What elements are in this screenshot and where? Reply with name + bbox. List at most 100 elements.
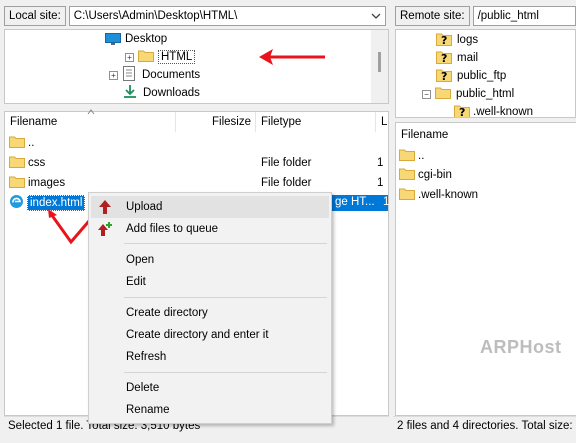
- local-site-bar: Local site: C:\Users\Admin\Desktop\HTML\: [0, 4, 390, 28]
- file-last: 1: [377, 177, 384, 189]
- folder-icon: [9, 135, 25, 151]
- menu-item-create-directory[interactable]: Create directory: [91, 302, 329, 324]
- file-name: css: [28, 157, 46, 169]
- file-type: File folder: [261, 177, 312, 189]
- tree-item-label: HTML: [158, 50, 196, 64]
- folder-icon: [9, 155, 25, 171]
- tree-item-label: public_html: [456, 88, 515, 100]
- column-header-last[interactable]: L: [376, 112, 388, 132]
- remote-site-bar: Remote site: /public_html: [391, 4, 576, 28]
- documents-icon: [122, 66, 136, 84]
- table-row[interactable]: images File folder 1: [5, 173, 388, 193]
- tree-item-label: Downloads: [143, 87, 200, 99]
- tree-item-documents[interactable]: + Documents: [109, 66, 200, 84]
- menu-item-label: Create directory: [126, 307, 208, 319]
- tree-item-downloads[interactable]: Downloads: [123, 84, 200, 102]
- tree-item-label: public_ftp: [457, 70, 507, 82]
- edge-browser-icon: [9, 194, 24, 212]
- svg-text:?: ?: [441, 34, 447, 46]
- local-site-label: Local site:: [4, 6, 66, 26]
- file-name: .well-known: [418, 189, 479, 201]
- tree-item-label: .well-known: [473, 106, 534, 118]
- remote-site-path-input[interactable]: /public_html: [472, 6, 576, 26]
- menu-item-label: Edit: [126, 276, 146, 288]
- menu-item-label: Add files to queue: [126, 223, 219, 235]
- file-type: File folder: [261, 157, 312, 169]
- file-name: cgi-bin: [418, 169, 452, 181]
- file-name: ..: [418, 150, 425, 162]
- remote-file-list-header: Filename: [396, 125, 576, 145]
- local-tree-scrollbar[interactable]: [371, 30, 388, 103]
- menu-item-label: Delete: [126, 382, 160, 394]
- table-row[interactable]: ..: [5, 133, 388, 153]
- svg-text:?: ?: [459, 106, 465, 118]
- folder-icon: [435, 86, 451, 102]
- column-header-filetype[interactable]: Filetype: [256, 112, 376, 132]
- expand-icon[interactable]: +: [109, 70, 118, 80]
- folder-icon: [399, 187, 415, 203]
- remote-site-label: Remote site:: [395, 6, 470, 26]
- tree-item-desktop[interactable]: Desktop: [105, 30, 167, 48]
- menu-item-open[interactable]: Open: [91, 249, 329, 271]
- menu-item-rename[interactable]: Rename: [91, 399, 329, 421]
- chevron-down-icon[interactable]: [369, 9, 383, 23]
- menu-item-add-to-queue[interactable]: Add files to queue: [91, 218, 329, 240]
- menu-separator: [124, 297, 327, 298]
- local-path-value: C:\Users\Admin\Desktop\HTML\: [73, 10, 238, 22]
- table-row[interactable]: ..: [399, 146, 424, 166]
- tree-item-well-known[interactable]: ? .well-known: [454, 103, 534, 118]
- folder-icon: [399, 148, 415, 164]
- tree-item-label: logs: [457, 34, 479, 46]
- menu-item-create-directory-enter[interactable]: Create directory and enter it: [91, 324, 329, 346]
- context-menu: Upload Add files to queue Open Edit Crea…: [88, 192, 332, 424]
- file-type: ge HT...: [335, 196, 375, 208]
- menu-item-edit[interactable]: Edit: [91, 271, 329, 293]
- menu-item-label: Refresh: [126, 351, 167, 363]
- column-header-filesize[interactable]: Filesize: [176, 112, 256, 132]
- menu-item-delete[interactable]: Delete: [91, 377, 329, 399]
- table-row[interactable]: css File folder 1: [5, 153, 388, 173]
- local-directory-tree: Desktop + HTML + Documents Downloads: [4, 29, 389, 104]
- sort-ascending-icon: [87, 109, 95, 115]
- tree-item-mail[interactable]: ? mail: [436, 49, 478, 67]
- menu-item-label: Upload: [126, 201, 163, 213]
- scrollbar-thumb[interactable]: [378, 52, 381, 72]
- expand-icon[interactable]: +: [125, 52, 134, 62]
- menu-item-refresh[interactable]: Refresh: [91, 346, 329, 368]
- menu-separator: [124, 372, 327, 373]
- collapse-icon[interactable]: −: [422, 89, 431, 99]
- tree-item-public-ftp[interactable]: ? public_ftp: [436, 67, 506, 85]
- tree-item-label: mail: [457, 52, 479, 64]
- local-site-path-input[interactable]: C:\Users\Admin\Desktop\HTML\: [68, 6, 386, 26]
- unknown-folder-icon: ?: [436, 32, 452, 49]
- column-header-filename[interactable]: Filename: [396, 125, 576, 145]
- table-row[interactable]: .well-known: [399, 185, 478, 205]
- download-icon: [123, 84, 137, 102]
- menu-item-label: Rename: [126, 404, 170, 416]
- upload-arrow-icon: [99, 200, 111, 214]
- remote-path-value: /public_html: [477, 10, 539, 22]
- tree-item-label: Documents: [142, 69, 201, 81]
- unknown-folder-icon: ?: [436, 50, 452, 67]
- menu-item-label: Open: [126, 254, 155, 266]
- tree-item-label: Desktop: [125, 33, 168, 45]
- remote-directory-tree: ? logs ? mail ? public_ftp − public_html…: [395, 29, 576, 118]
- local-file-list-header: Filename Filesize Filetype L: [5, 112, 388, 132]
- tree-item-logs[interactable]: ? logs: [436, 31, 478, 49]
- file-last: 1: [377, 157, 384, 169]
- column-header-filename[interactable]: Filename: [5, 112, 176, 132]
- table-row[interactable]: cgi-bin: [399, 165, 452, 185]
- remote-file-list: Filename .. cgi-bin .well-known: [395, 122, 576, 416]
- folder-icon: [138, 49, 154, 65]
- tree-item-public-html[interactable]: − public_html: [422, 85, 514, 103]
- menu-item-upload[interactable]: Upload: [91, 196, 329, 218]
- file-last: 1: [383, 196, 390, 208]
- svg-text:?: ?: [441, 70, 447, 82]
- watermark-logo: ARPHost: [480, 337, 562, 357]
- folder-icon: [399, 167, 415, 183]
- remote-status-bar: 2 files and 4 directories. Total size: 1…: [393, 416, 576, 434]
- add-to-queue-icon: [98, 222, 112, 236]
- file-name: images: [28, 177, 66, 189]
- tree-item-html[interactable]: + HTML: [125, 48, 196, 66]
- folder-icon: [9, 175, 25, 191]
